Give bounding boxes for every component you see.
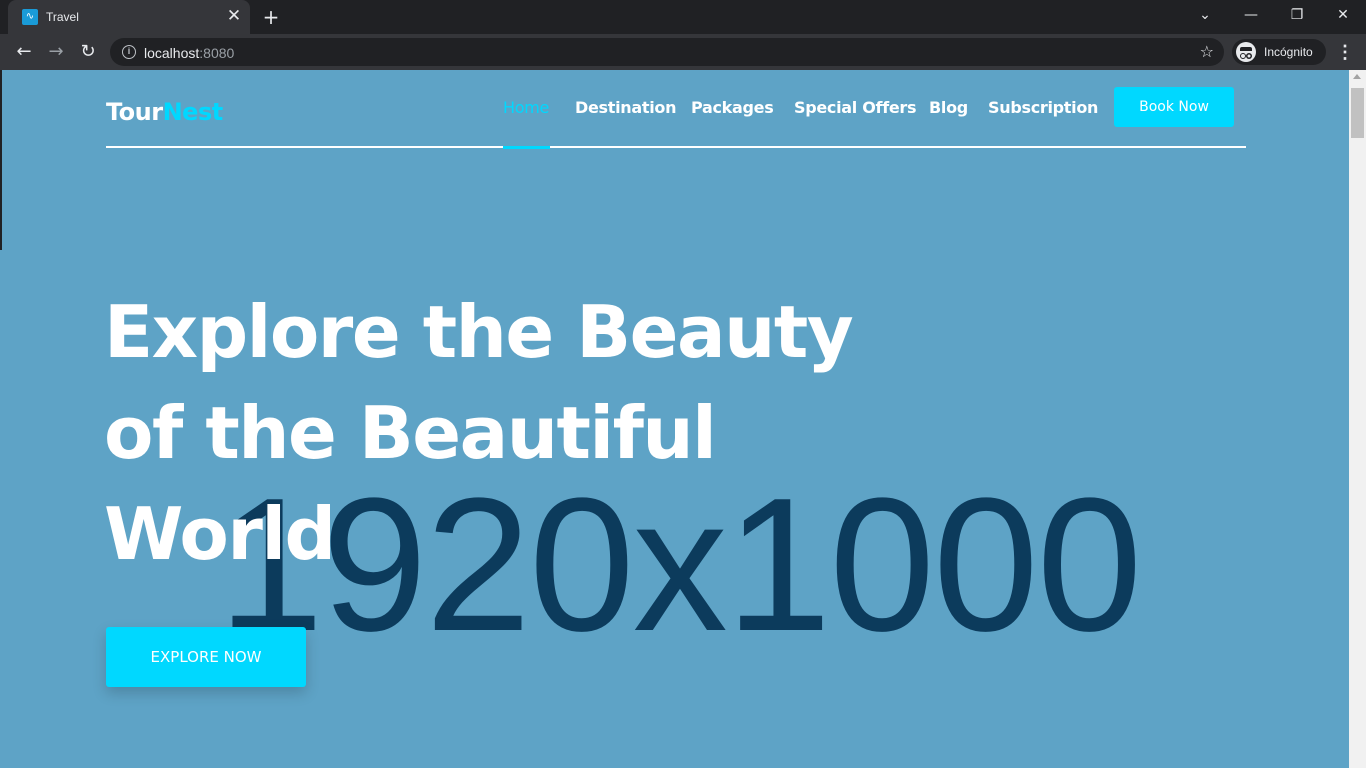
scrollbar-thumb[interactable] (1351, 88, 1364, 138)
restore-button[interactable]: ❐ (1274, 0, 1320, 30)
reload-icon[interactable]: ↻ (76, 40, 100, 64)
site-header: TourNest Home Destination Packages Speci… (106, 70, 1246, 149)
close-window-button[interactable]: ✕ (1320, 0, 1366, 30)
tab-search-icon[interactable]: ⌄ (1182, 0, 1228, 30)
browser-toolbar: ← → ↻ i localhost:8080 ☆ Incógnito ⋮ (0, 34, 1366, 70)
scroll-up-arrow-icon[interactable] (1353, 74, 1361, 79)
profile-label: Incógnito (1264, 45, 1313, 59)
hero-title-line: Explore the Beauty (104, 290, 854, 374)
explore-now-button[interactable]: EXPLORE NOW (106, 627, 306, 687)
page-scrollbar[interactable] (1349, 70, 1366, 768)
nav-item-subscription[interactable]: Subscription (988, 98, 1098, 117)
tab-strip: ∿ Travel ✕ + ⌄ — ❐ ✕ (0, 0, 1366, 34)
book-now-button[interactable]: Book Now (1114, 87, 1234, 127)
nav-item-home[interactable]: Home (503, 98, 549, 117)
nav-item-blog[interactable]: Blog (929, 98, 968, 117)
incognito-icon (1236, 42, 1256, 62)
page-viewport: 1920x1000 TourNest Home Destination Pack… (0, 70, 1366, 768)
nav-item-destination[interactable]: Destination (575, 98, 677, 117)
bookmark-star-icon[interactable]: ☆ (1200, 42, 1214, 61)
tab-title: Travel (46, 10, 79, 24)
nav-item-special-offers[interactable]: Special Offers (794, 98, 917, 117)
hero-title-line: World (104, 492, 336, 576)
browser-menu-icon[interactable]: ⋮ (1336, 40, 1354, 64)
address-bar[interactable]: i localhost:8080 ☆ (110, 38, 1224, 66)
minimize-button[interactable]: — (1228, 0, 1274, 30)
nav-item-packages[interactable]: Packages (691, 98, 774, 117)
window-edge (0, 70, 2, 250)
favicon-icon: ∿ (22, 9, 38, 25)
browser-tab[interactable]: ∿ Travel ✕ (8, 0, 250, 34)
hero-title-line: of the Beautiful (104, 391, 717, 475)
back-icon[interactable]: ← (12, 40, 36, 64)
close-tab-icon[interactable]: ✕ (224, 6, 244, 26)
forward-icon[interactable]: → (44, 40, 68, 64)
new-tab-button[interactable]: + (260, 6, 282, 28)
site-info-icon[interactable]: i (122, 45, 136, 59)
hero-title: Explore the Beauty of the Beautiful Worl… (104, 282, 964, 585)
url-text[interactable]: localhost:8080 (144, 45, 234, 61)
active-nav-underline (503, 146, 550, 149)
site-logo[interactable]: TourNest (106, 98, 223, 126)
incognito-profile-button[interactable]: Incógnito (1232, 39, 1326, 65)
